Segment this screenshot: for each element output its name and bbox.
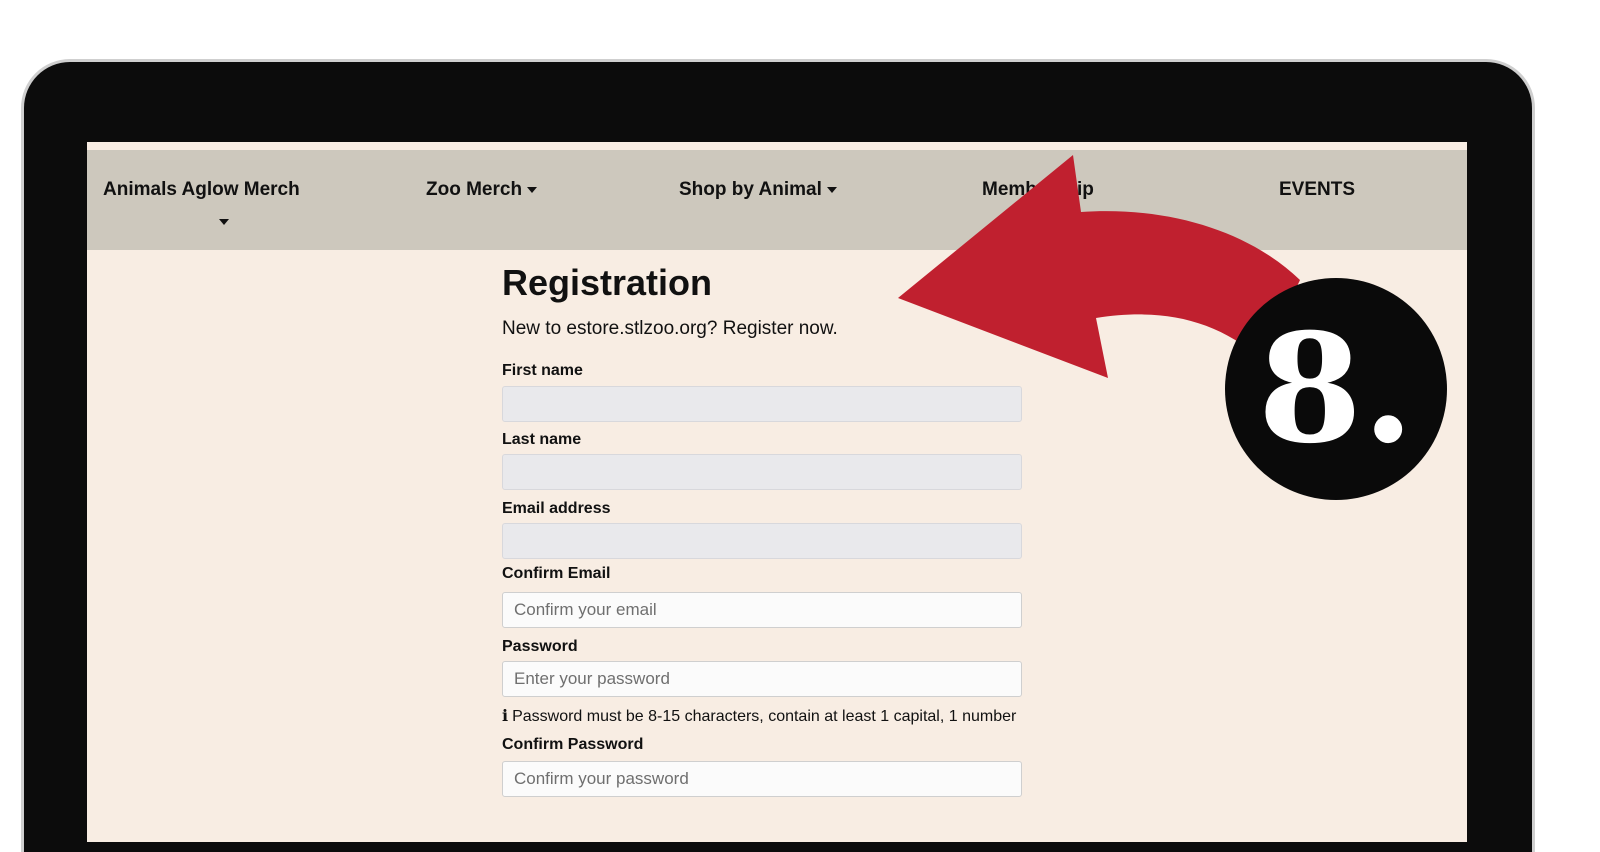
- confirm-password-field[interactable]: [502, 761, 1022, 797]
- main-navbar: Animals Aglow Merch Zoo Merch Shop by An…: [87, 150, 1467, 250]
- caret-down-icon: [826, 186, 837, 193]
- info-icon: i: [502, 706, 509, 725]
- password-hint-text: Password must be 8-15 characters, contai…: [512, 708, 1017, 725]
- last-name-field[interactable]: [502, 454, 1022, 490]
- password-field[interactable]: [502, 661, 1022, 697]
- step-number: 8.: [1257, 301, 1415, 477]
- nav-item-label: Shop by Animal: [679, 179, 822, 200]
- browser-screen: Animals Aglow Merch Zoo Merch Shop by An…: [87, 142, 1467, 842]
- confirm-email-label: Confirm Email: [502, 565, 611, 582]
- first-name-field[interactable]: [502, 386, 1022, 422]
- page-subtitle: New to estore.stlzoo.org? Register now.: [502, 318, 838, 339]
- nav-item-shop-by-animal[interactable]: Shop by Animal: [679, 179, 837, 201]
- first-name-label: First name: [502, 362, 583, 379]
- caret-down-icon: [219, 219, 229, 225]
- nav-item-label: Zoo Merch: [426, 179, 523, 200]
- nav-item-label: EVENTS: [1279, 179, 1356, 200]
- nav-item-zoo-merch[interactable]: Zoo Merch: [426, 179, 538, 201]
- nav-item-label: Animals Aglow Merch: [103, 179, 300, 200]
- nav-item-events[interactable]: EVENTS: [1279, 179, 1355, 201]
- last-name-label: Last name: [502, 431, 582, 448]
- nav-item-membership[interactable]: Membership: [982, 179, 1094, 201]
- nav-item-label: Membership: [982, 179, 1094, 200]
- password-label: Password: [502, 638, 578, 655]
- step-number-badge: 8.: [1225, 278, 1447, 500]
- confirm-password-label: Confirm Password: [502, 736, 644, 753]
- email-label: Email address: [502, 500, 611, 517]
- email-field[interactable]: [502, 523, 1022, 559]
- password-hint: i Password must be 8-15 characters, conta…: [502, 706, 1016, 726]
- nav-item-animals-aglow-merch[interactable]: Animals Aglow Merch: [103, 179, 300, 225]
- page-title: Registration: [502, 262, 713, 303]
- caret-down-icon: [527, 186, 538, 193]
- confirm-email-field[interactable]: [502, 592, 1022, 628]
